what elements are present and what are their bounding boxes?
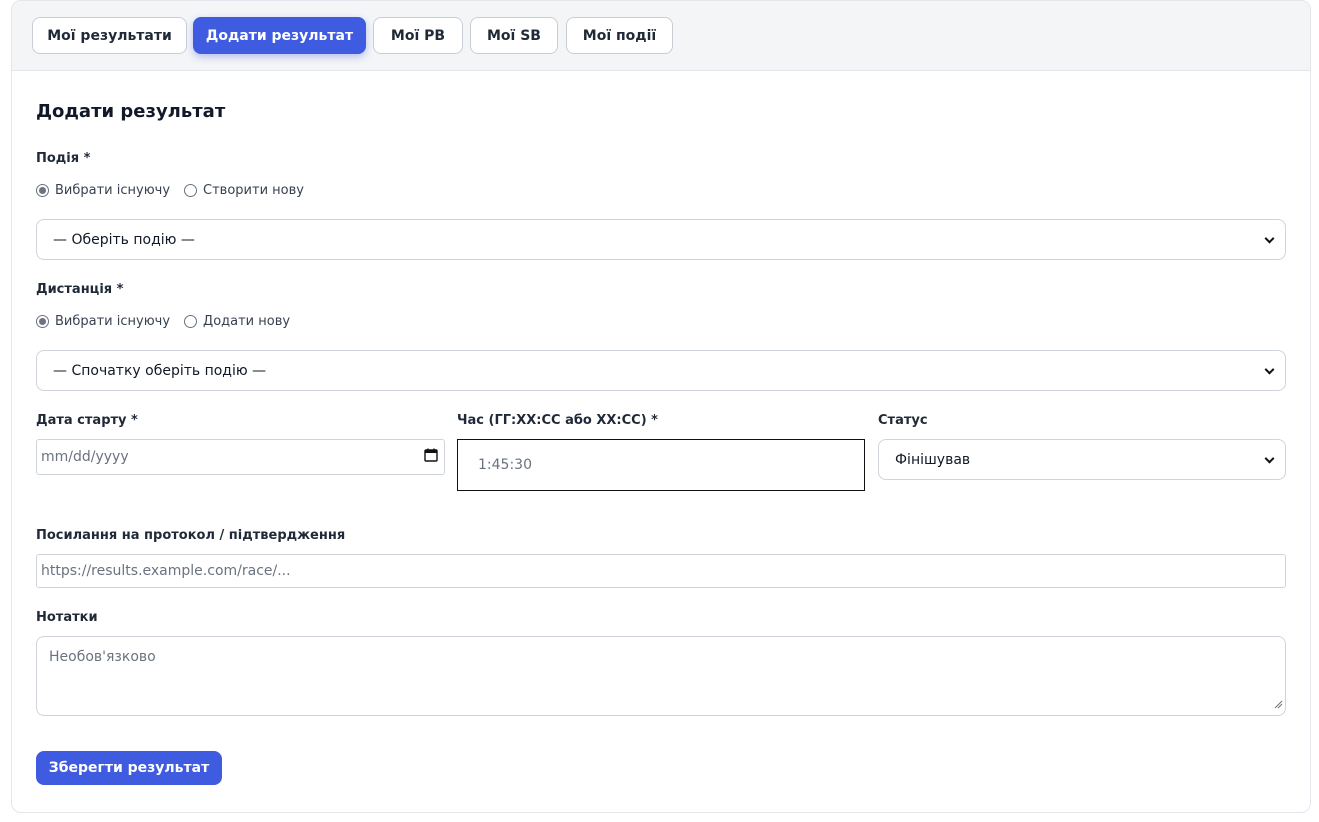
start-date-placeholder: mm/dd/yyyy — [41, 449, 129, 465]
event-existing-radio[interactable] — [36, 184, 49, 197]
time-label: Час (ГГ:ХХ:СС або ХХ:СС) * — [457, 413, 658, 428]
tab-add-result[interactable]: Додати результат — [193, 17, 366, 54]
chevron-down-icon — [1264, 233, 1275, 244]
results-card: Мої результати Додати результат Мої PB М… — [11, 0, 1311, 813]
status-label: Статус — [878, 413, 928, 428]
link-input[interactable]: https://results.example.com/race/... — [36, 554, 1286, 588]
distance-existing-label[interactable]: Вибрати існуючу — [55, 314, 170, 329]
status-select[interactable]: Фінішував — [878, 439, 1286, 480]
event-new-label[interactable]: Створити нову — [203, 183, 304, 198]
event-new-radio[interactable] — [184, 184, 198, 197]
page-title: Додати результат — [36, 101, 226, 122]
notes-textarea[interactable]: Необов'язково — [36, 636, 1286, 716]
resize-handle-icon[interactable] — [1273, 697, 1283, 713]
calendar-icon[interactable] — [424, 448, 438, 466]
status-select-value: Фінішував — [895, 451, 971, 468]
start-date-label: Дата старту * — [36, 413, 138, 428]
tab-my-events[interactable]: Мої події — [566, 17, 673, 54]
distance-existing-radio[interactable] — [36, 315, 49, 328]
tab-my-pb[interactable]: Мої PB — [373, 17, 463, 54]
notes-label: Нотатки — [36, 610, 98, 625]
event-existing-label[interactable]: Вибрати існуючу — [55, 183, 170, 198]
distance-new-label[interactable]: Додати нову — [203, 314, 290, 329]
distance-new-radio[interactable] — [184, 315, 198, 328]
tab-my-sb[interactable]: Мої SB — [470, 17, 558, 54]
event-select[interactable]: — Оберіть подію — — [36, 219, 1286, 260]
time-input[interactable]: 1:45:30 — [457, 439, 865, 491]
event-label: Подія * — [36, 151, 91, 166]
tab-bar: Мої результати Додати результат Мої PB М… — [12, 1, 1310, 71]
time-placeholder: 1:45:30 — [478, 457, 532, 473]
save-result-button[interactable]: Зберегти результат — [36, 751, 222, 785]
link-placeholder: https://results.example.com/race/... — [41, 563, 291, 579]
distance-select[interactable]: — Спочатку оберіть подію — — [36, 350, 1286, 391]
notes-placeholder: Необов'язково — [49, 649, 156, 665]
start-date-input[interactable]: mm/dd/yyyy — [36, 439, 445, 475]
distance-select-value: — Спочатку оберіть подію — — [53, 362, 267, 379]
event-mode-group: Вибрати існуючу Створити нову — [36, 183, 318, 198]
event-select-value: — Оберіть подію — — [53, 231, 195, 248]
distance-mode-group: Вибрати існуючу Додати нову — [36, 314, 304, 329]
chevron-down-icon — [1264, 453, 1275, 464]
chevron-down-icon — [1264, 364, 1275, 375]
tab-my-results[interactable]: Мої результати — [32, 17, 187, 54]
distance-label: Дистанція * — [36, 282, 124, 297]
link-label: Посилання на протокол / підтвердження — [36, 528, 346, 543]
